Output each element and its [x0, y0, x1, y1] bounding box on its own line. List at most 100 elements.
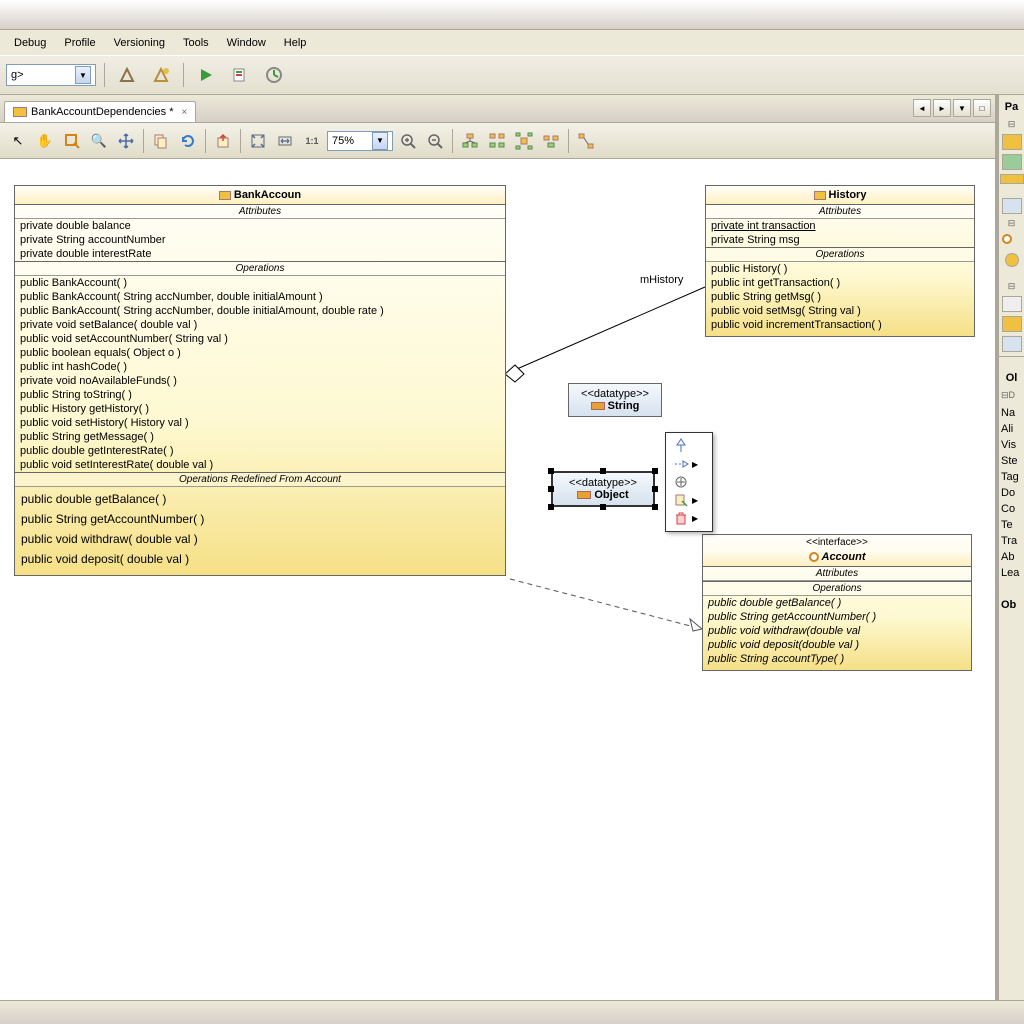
- debug-button[interactable]: [226, 61, 254, 89]
- uml-member[interactable]: private String msg: [706, 233, 974, 247]
- property-row[interactable]: Ste: [999, 453, 1024, 469]
- config-combo[interactable]: g> ▼: [6, 64, 96, 86]
- palette-item[interactable]: [1002, 198, 1022, 214]
- palette-generalization[interactable]: [670, 437, 708, 455]
- uml-member[interactable]: public History getHistory( ): [15, 402, 505, 416]
- palette-ball-icon[interactable]: [1005, 253, 1019, 267]
- uml-member[interactable]: public BankAccount( ): [15, 276, 505, 290]
- uml-member[interactable]: public void incrementTransaction( ): [706, 318, 974, 332]
- palette-navigate[interactable]: ▶: [670, 491, 708, 509]
- profile-button[interactable]: [260, 61, 288, 89]
- clean-build-button[interactable]: [147, 61, 175, 89]
- property-row[interactable]: Te: [999, 517, 1024, 533]
- fit-width-button[interactable]: [273, 129, 297, 153]
- property-row[interactable]: Ab: [999, 549, 1024, 565]
- uml-member[interactable]: public BankAccount( String accNumber, do…: [15, 290, 505, 304]
- chevron-down-icon[interactable]: ▼: [372, 132, 388, 150]
- move-tool[interactable]: [114, 129, 138, 153]
- palette-item[interactable]: [1002, 336, 1022, 352]
- palette-item[interactable]: [1002, 316, 1022, 332]
- tab-next-button[interactable]: ►: [933, 99, 951, 117]
- uml-member[interactable]: public void setMsg( String val ): [706, 304, 974, 318]
- relationship-tool[interactable]: [574, 129, 598, 153]
- refresh-button[interactable]: [176, 129, 200, 153]
- tab-maximize-button[interactable]: □: [973, 99, 991, 117]
- zoom-out-button[interactable]: [423, 129, 447, 153]
- uml-member[interactable]: private double balance: [15, 219, 505, 233]
- uml-member[interactable]: public void deposit( double val ): [15, 549, 505, 569]
- zoom-interactive-tool[interactable]: 🔍: [87, 129, 111, 153]
- resize-handle[interactable]: [652, 504, 658, 510]
- menu-debug[interactable]: Debug: [6, 34, 54, 52]
- diagram-canvas[interactable]: mHistory BankAccoun Attributes private d…: [0, 159, 995, 1000]
- uml-member[interactable]: public String getMsg( ): [706, 290, 974, 304]
- uml-member[interactable]: public String accountType( ): [703, 652, 971, 666]
- marquee-zoom-tool[interactable]: [60, 129, 84, 153]
- palette-item[interactable]: [1002, 296, 1022, 312]
- tab-bank-account-dependencies[interactable]: BankAccountDependencies * ×: [4, 101, 196, 122]
- uml-member[interactable]: public String getMessage( ): [15, 430, 505, 444]
- layout-symmetric-button[interactable]: [512, 129, 536, 153]
- tab-dropdown-button[interactable]: ▼: [953, 99, 971, 117]
- resize-handle[interactable]: [652, 486, 658, 492]
- resize-handle[interactable]: [600, 504, 606, 510]
- property-row[interactable]: Ali: [999, 421, 1024, 437]
- uml-class-bank-account[interactable]: BankAccoun Attributes private double bal…: [14, 185, 506, 576]
- menu-window[interactable]: Window: [219, 34, 274, 52]
- association-label-mhistory[interactable]: mHistory: [640, 274, 683, 286]
- menu-profile[interactable]: Profile: [56, 34, 103, 52]
- palette-class-icon[interactable]: [1002, 134, 1022, 150]
- uml-member[interactable]: private void noAvailableFunds( ): [15, 374, 505, 388]
- uml-datatype-object[interactable]: <<datatype>> Object: [551, 471, 655, 507]
- layout-hierarchical-button[interactable]: [458, 129, 482, 153]
- uml-class-history[interactable]: History Attributes private int transacti…: [705, 185, 975, 337]
- resize-handle[interactable]: [548, 504, 554, 510]
- palette-package-icon[interactable]: [1002, 154, 1022, 170]
- palette-nesting[interactable]: [670, 473, 708, 491]
- uml-member[interactable]: public void setAccountNumber( String val…: [15, 332, 505, 346]
- uml-member[interactable]: private void setBalance( double val ): [15, 318, 505, 332]
- palette-enum-icon[interactable]: [1000, 174, 1024, 184]
- copy-button[interactable]: [149, 129, 173, 153]
- palette-delete[interactable]: ▶: [670, 509, 708, 527]
- palette-dependency[interactable]: ▶: [670, 455, 708, 473]
- chevron-down-icon[interactable]: ▼: [75, 66, 91, 84]
- close-icon[interactable]: ×: [181, 107, 187, 118]
- menu-help[interactable]: Help: [276, 34, 315, 52]
- menu-tools[interactable]: Tools: [175, 34, 217, 52]
- uml-member[interactable]: public History( ): [706, 262, 974, 276]
- resize-handle[interactable]: [548, 486, 554, 492]
- property-row[interactable]: Co: [999, 501, 1024, 517]
- context-palette[interactable]: ▶ ▶ ▶: [665, 432, 713, 532]
- uml-member[interactable]: public void setInterestRate( double val …: [15, 458, 505, 472]
- uml-member[interactable]: private double interestRate: [15, 247, 505, 261]
- resize-handle[interactable]: [600, 468, 606, 474]
- uml-datatype-string[interactable]: <<datatype>> String: [568, 383, 662, 417]
- property-row[interactable]: Na: [999, 405, 1024, 421]
- run-button[interactable]: [192, 61, 220, 89]
- uml-member[interactable]: public void withdraw( double val ): [15, 529, 505, 549]
- property-row[interactable]: Do: [999, 485, 1024, 501]
- menu-versioning[interactable]: Versioning: [106, 34, 173, 52]
- resize-handle[interactable]: [652, 468, 658, 474]
- uml-member[interactable]: public void deposit(double val ): [703, 638, 971, 652]
- property-row[interactable]: Tra: [999, 533, 1024, 549]
- property-row[interactable]: Tag: [999, 469, 1024, 485]
- uml-member[interactable]: public double getBalance( ): [15, 489, 505, 509]
- uml-member[interactable]: public void setHistory( History val ): [15, 416, 505, 430]
- uml-member[interactable]: public double getInterestRate( ): [15, 444, 505, 458]
- fit-window-button[interactable]: [246, 129, 270, 153]
- uml-member[interactable]: public int hashCode( ): [15, 360, 505, 374]
- property-row[interactable]: Vis: [999, 437, 1024, 453]
- build-button[interactable]: [113, 61, 141, 89]
- zoom-in-button[interactable]: [396, 129, 420, 153]
- pointer-tool[interactable]: ↖: [6, 129, 30, 153]
- uml-member[interactable]: public BankAccount( String accNumber, do…: [15, 304, 505, 318]
- palette-interface-icon[interactable]: [1002, 233, 1022, 249]
- resize-handle[interactable]: [548, 468, 554, 474]
- pan-tool[interactable]: ✋: [33, 129, 57, 153]
- uml-member[interactable]: private String accountNumber: [15, 233, 505, 247]
- uml-member[interactable]: public String toString( ): [15, 388, 505, 402]
- zoom-combo[interactable]: 75% ▼: [327, 131, 393, 151]
- layout-orthogonal-button[interactable]: [485, 129, 509, 153]
